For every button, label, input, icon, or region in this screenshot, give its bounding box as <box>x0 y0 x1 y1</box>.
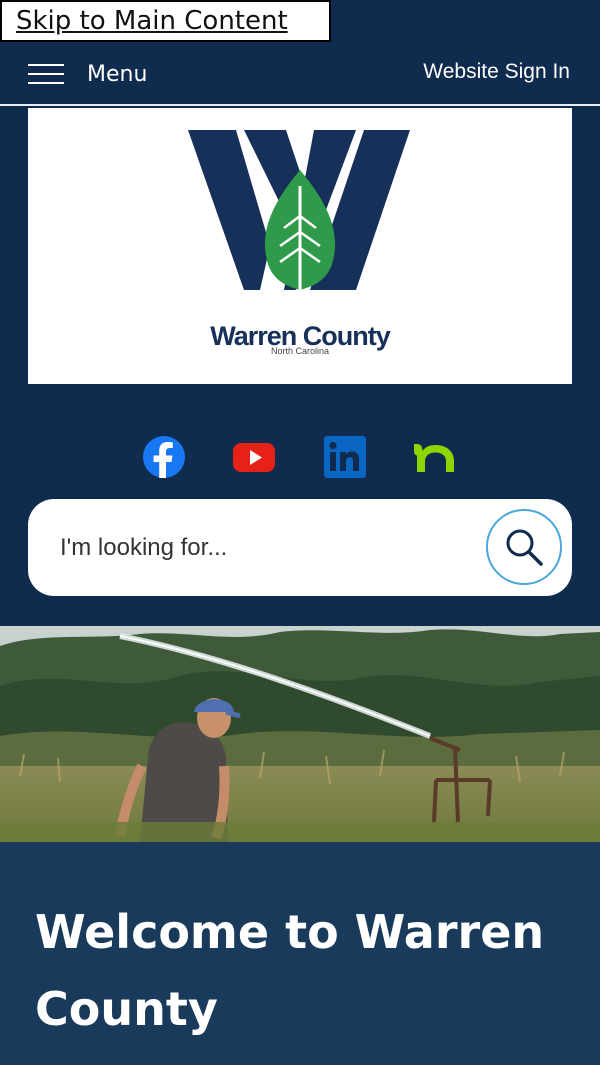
site-search <box>28 499 572 596</box>
social-links <box>0 435 600 479</box>
linkedin-icon <box>324 436 366 478</box>
top-navigation-bar: Menu Website Sign In <box>0 42 600 106</box>
logo-subtitle: North Carolina <box>270 346 330 356</box>
hamburger-icon <box>28 62 64 86</box>
search-input[interactable] <box>58 519 482 577</box>
menu-label: Menu <box>87 61 148 87</box>
facebook-link[interactable] <box>142 435 186 479</box>
hero-image-farmer-irrigation <box>0 626 600 842</box>
linkedin-link[interactable] <box>323 435 367 479</box>
warren-county-w-leaf-icon <box>188 130 410 304</box>
page: Skip to Main Content Menu Website Sign I… <box>0 0 600 1065</box>
menu-button[interactable]: Menu <box>28 56 147 92</box>
youtube-link[interactable] <box>232 435 276 479</box>
search-icon <box>506 529 543 566</box>
hero-photo <box>0 626 600 842</box>
county-logo[interactable]: Warren County North Carolina <box>28 108 572 384</box>
skip-to-main-link[interactable]: Skip to Main Content <box>0 0 331 42</box>
facebook-icon <box>143 436 185 478</box>
search-button[interactable] <box>486 509 562 585</box>
youtube-icon <box>233 443 275 472</box>
welcome-heading: Welcome to Warren County <box>35 905 545 1036</box>
nextdoor-link[interactable] <box>414 435 458 479</box>
website-sign-in-link[interactable]: Website Sign In <box>423 60 570 84</box>
welcome-section: Welcome to Warren County <box>0 842 600 1065</box>
nextdoor-icon <box>414 444 454 472</box>
